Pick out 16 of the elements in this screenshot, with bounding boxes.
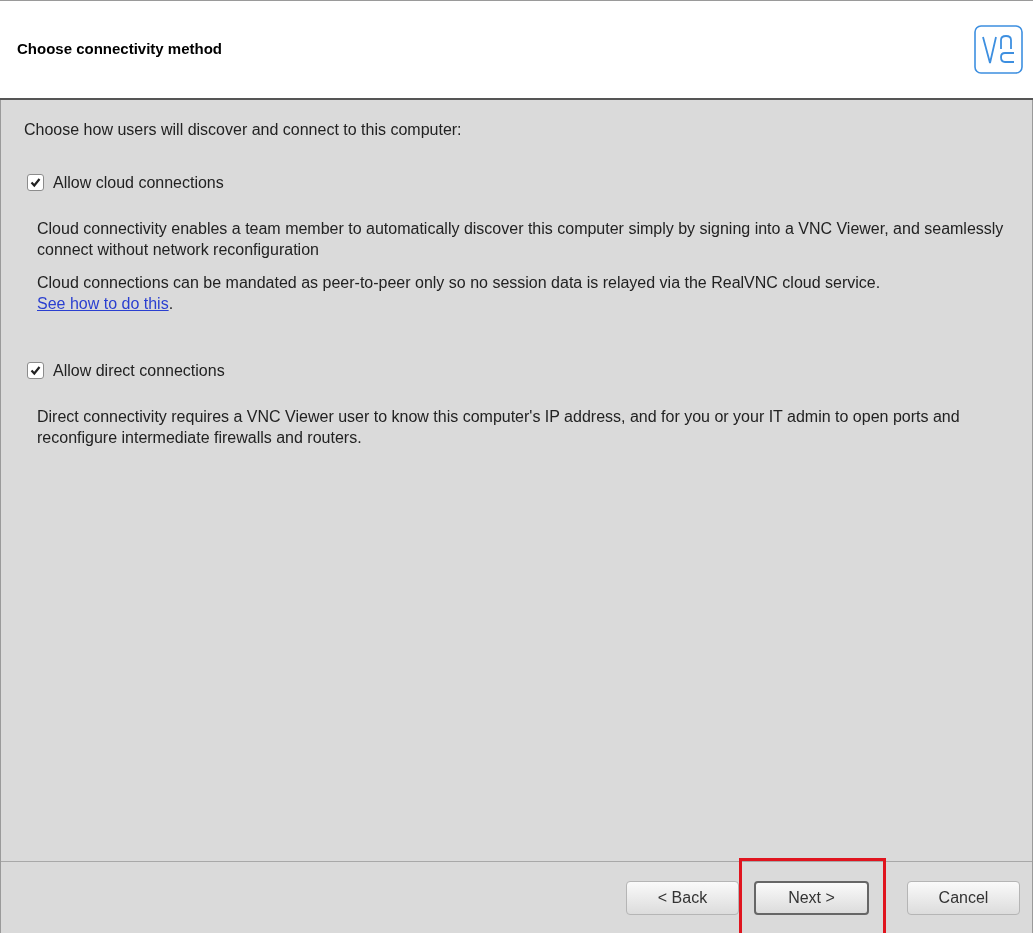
checkbox[interactable] (27, 174, 44, 191)
description-text: Direct connectivity requires a VNC Viewer user to know this computer's IP address, and for you or your IT admin to open ports and reconfigure intermediate firewalls and routers. (37, 407, 961, 448)
wizard-button[interactable]: Cancel (907, 880, 1020, 915)
checkbox-label[interactable]: Allow direct connections (53, 360, 225, 381)
logo-icon (974, 25, 1023, 74)
checkbox[interactable] (27, 362, 44, 379)
page-title: Choose connectivity method (17, 39, 223, 60)
wizard-button[interactable]: < Back (626, 880, 739, 915)
checkmark-icon (30, 177, 41, 188)
description-text: Cloud connectivity enables a team member to automatically discover this computer simply by signing into a VNC Viewer, and seamlessly connect without network reconfiguration (37, 219, 1005, 260)
intro-text: Choose how users will discover and connect to this computer: (24, 120, 463, 140)
wizard-button[interactable]: Next > (754, 880, 869, 915)
checkmark-icon (30, 365, 41, 376)
help-link[interactable]: See how to do this (37, 295, 169, 312)
description-text: Cloud connections can be mandated as peer-to-peer only so no session data is relayed via the RealVNC cloud service. See how to do this. (37, 273, 882, 314)
checkbox-label[interactable]: Allow cloud connections (53, 172, 224, 193)
